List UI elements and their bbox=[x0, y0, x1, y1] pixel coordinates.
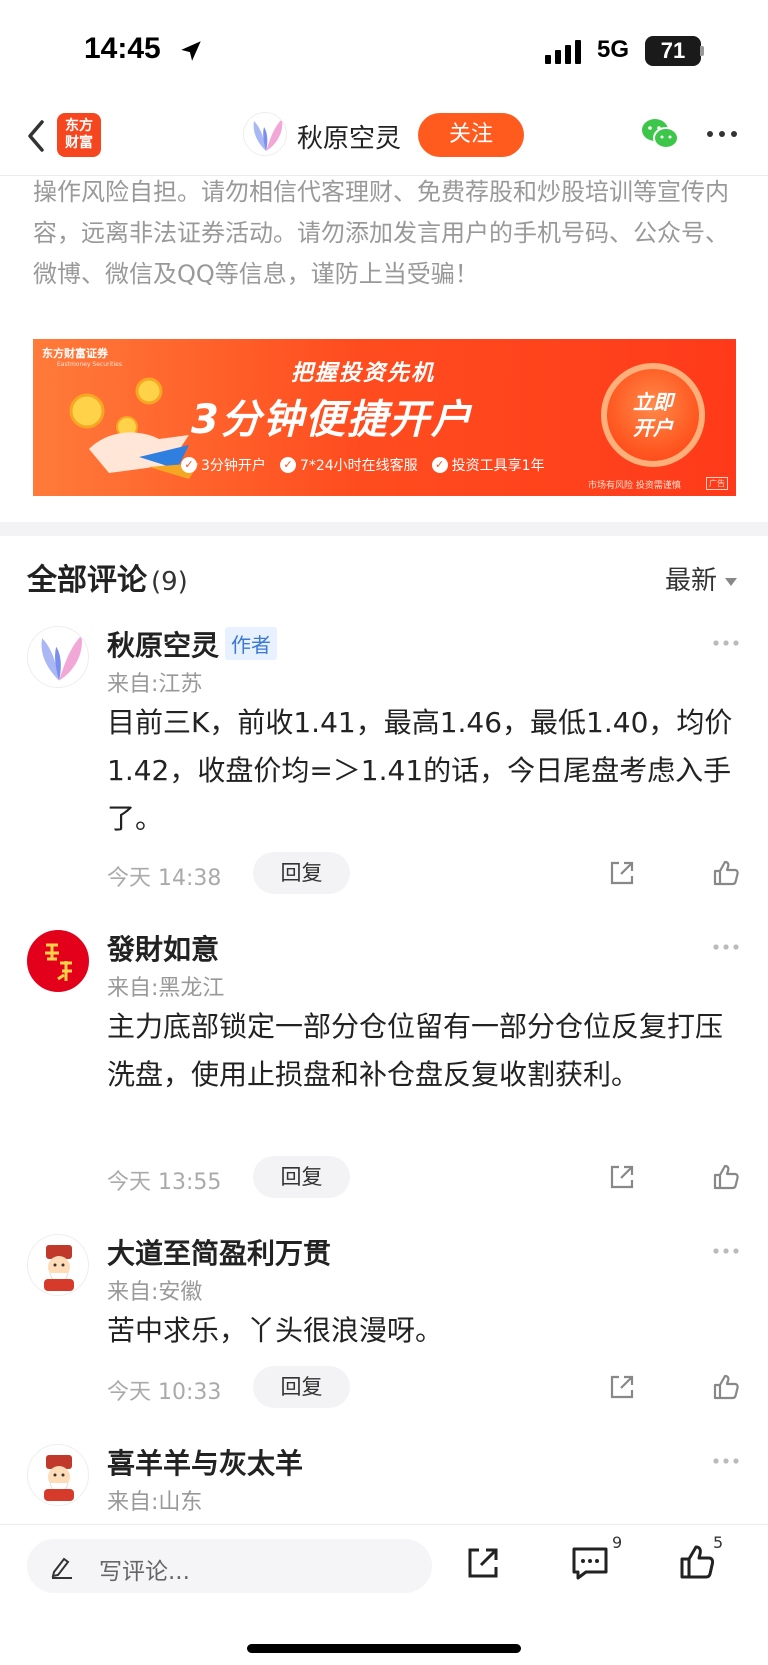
commenter-name[interactable]: 發財如意 bbox=[107, 928, 219, 968]
share-icon[interactable] bbox=[465, 1545, 501, 1581]
banner-feature: ✓ 投资工具享1年 bbox=[431, 455, 545, 475]
comment-icon[interactable] bbox=[570, 1545, 610, 1581]
author-badge: 作者 bbox=[225, 627, 278, 660]
open-account-button[interactable]: 立即 开户 bbox=[601, 363, 705, 467]
comment-placeholder: 写评论... bbox=[99, 1559, 190, 1585]
banner-risk-note: 市场有风险 投资需谨慎 bbox=[588, 481, 681, 491]
hand-coins-icon bbox=[69, 377, 199, 479]
reply-button[interactable]: 回复 bbox=[253, 1366, 350, 1408]
commenter-location: 来自:安徽 bbox=[107, 1280, 203, 1305]
battery-cap bbox=[700, 46, 704, 56]
more-icon[interactable] bbox=[711, 1456, 741, 1466]
butterfly-icon bbox=[253, 119, 283, 151]
more-icon[interactable] bbox=[704, 116, 740, 152]
comment-input[interactable]: 写评论... bbox=[27, 1539, 432, 1593]
comment-body: 目前三K，前收1.41，最高1.46，最低1.40，均价1.42，收盘价均=＞1… bbox=[107, 706, 733, 835]
more-icon[interactable] bbox=[711, 638, 741, 648]
pencil-icon bbox=[51, 1557, 72, 1579]
reply-button[interactable]: 回复 bbox=[253, 852, 350, 894]
section-divider bbox=[0, 522, 768, 536]
fortune-character-icon bbox=[28, 931, 88, 991]
banner-feature: ✓ 7*24小时在线客服 bbox=[279, 455, 418, 475]
ad-tag: 广告 bbox=[706, 477, 728, 490]
thumbs-up-icon[interactable] bbox=[711, 1372, 741, 1402]
banner-brand: 东方财富证券 bbox=[42, 347, 108, 360]
fortune-god-icon bbox=[44, 1455, 74, 1501]
back-arrow-icon[interactable] bbox=[22, 116, 52, 156]
risk-disclaimer: 操作风险自担。请勿相信代客理财、免费荐股和炒股培训等宣传内容，远离非法证券活动。… bbox=[33, 178, 729, 288]
more-icon[interactable] bbox=[711, 1246, 741, 1256]
comment-body: 苦中求乐，丫头很浪漫呀。 bbox=[107, 1314, 444, 1347]
commenter-name[interactable]: 秋原空灵 作者 bbox=[107, 624, 278, 664]
commenter-avatar[interactable] bbox=[27, 1444, 89, 1506]
follow-button[interactable]: 关注 bbox=[418, 113, 524, 157]
comment-time: 今天 14:38 bbox=[107, 866, 222, 891]
reply-button[interactable]: 回复 bbox=[253, 1156, 350, 1198]
author-avatar[interactable] bbox=[243, 112, 287, 156]
comment-time: 今天 13:55 bbox=[107, 1170, 222, 1195]
thumbs-up-icon[interactable] bbox=[678, 1543, 716, 1581]
comment-body: 主力底部锁定一部分仓位留有一部分仓位反复打压洗盘，使用止损盘和补仓盘反复收割获利… bbox=[107, 1010, 724, 1091]
like-count: 5 bbox=[713, 1533, 724, 1552]
author-name[interactable]: 秋原空灵 bbox=[297, 118, 401, 155]
share-icon[interactable] bbox=[607, 1372, 637, 1402]
commenter-avatar[interactable] bbox=[27, 930, 89, 992]
comment-time: 今天 10:33 bbox=[107, 1380, 222, 1405]
share-icon[interactable] bbox=[607, 1162, 637, 1192]
nav-bar: 东方 财富 秋原空灵 关注 bbox=[0, 100, 768, 176]
check-icon: ✓ bbox=[431, 457, 448, 473]
commenter-avatar[interactable] bbox=[27, 1234, 89, 1296]
commenter-location: 来自:江苏 bbox=[107, 672, 203, 697]
commenter-name[interactable]: 大道至简盈利万贯 bbox=[107, 1232, 331, 1272]
thumbs-up-icon[interactable] bbox=[711, 1162, 741, 1192]
banner-features: ✓ 3分钟开户 ✓ 7*24小时在线客服 ✓ 投资工具享1年 bbox=[181, 455, 545, 475]
comments-count: (9) bbox=[151, 567, 188, 597]
network-label: 5G bbox=[597, 36, 630, 63]
butterfly-icon bbox=[41, 635, 82, 681]
check-icon: ✓ bbox=[279, 457, 296, 473]
status-time: 14:45 bbox=[84, 32, 161, 65]
fortune-god-icon bbox=[44, 1245, 74, 1291]
banner-subtitle: 把握投资先机 bbox=[291, 361, 436, 386]
location-arrow-icon bbox=[181, 41, 201, 61]
comment-count: 9 bbox=[612, 1533, 623, 1552]
signal-icon bbox=[545, 40, 581, 64]
commenter-location: 来自:黑龙江 bbox=[107, 976, 225, 1001]
banner-brand-en: Eastmoney Securities bbox=[57, 361, 122, 368]
commenter-location: 来自:山东 bbox=[107, 1490, 203, 1515]
commenter-avatar[interactable] bbox=[27, 626, 89, 688]
check-icon: ✓ bbox=[181, 457, 197, 473]
comments-title: 全部评论 (9) bbox=[27, 563, 188, 598]
banner-headline: 3分钟便捷开户 bbox=[191, 397, 473, 443]
more-icon[interactable] bbox=[711, 942, 741, 952]
share-icon[interactable] bbox=[607, 858, 637, 888]
home-indicator bbox=[247, 1644, 521, 1653]
battery-icon: 71 bbox=[645, 36, 701, 66]
account-open-banner[interactable]: 东方财富证券 Eastmoney Securities 把握投资先机 3分钟便捷… bbox=[33, 339, 736, 496]
commenter-name[interactable]: 喜羊羊与灰太羊 bbox=[107, 1442, 303, 1482]
banner-feature: ✓ 3分钟开户 bbox=[181, 455, 266, 475]
wechat-icon[interactable] bbox=[640, 116, 680, 152]
status-bar: 14:45 5G 71 bbox=[0, 0, 768, 100]
thumbs-up-icon[interactable] bbox=[711, 858, 741, 888]
sort-dropdown[interactable]: 最新 bbox=[665, 560, 738, 597]
app-logo[interactable]: 东方 财富 bbox=[57, 113, 101, 157]
caret-down-icon bbox=[725, 577, 738, 586]
